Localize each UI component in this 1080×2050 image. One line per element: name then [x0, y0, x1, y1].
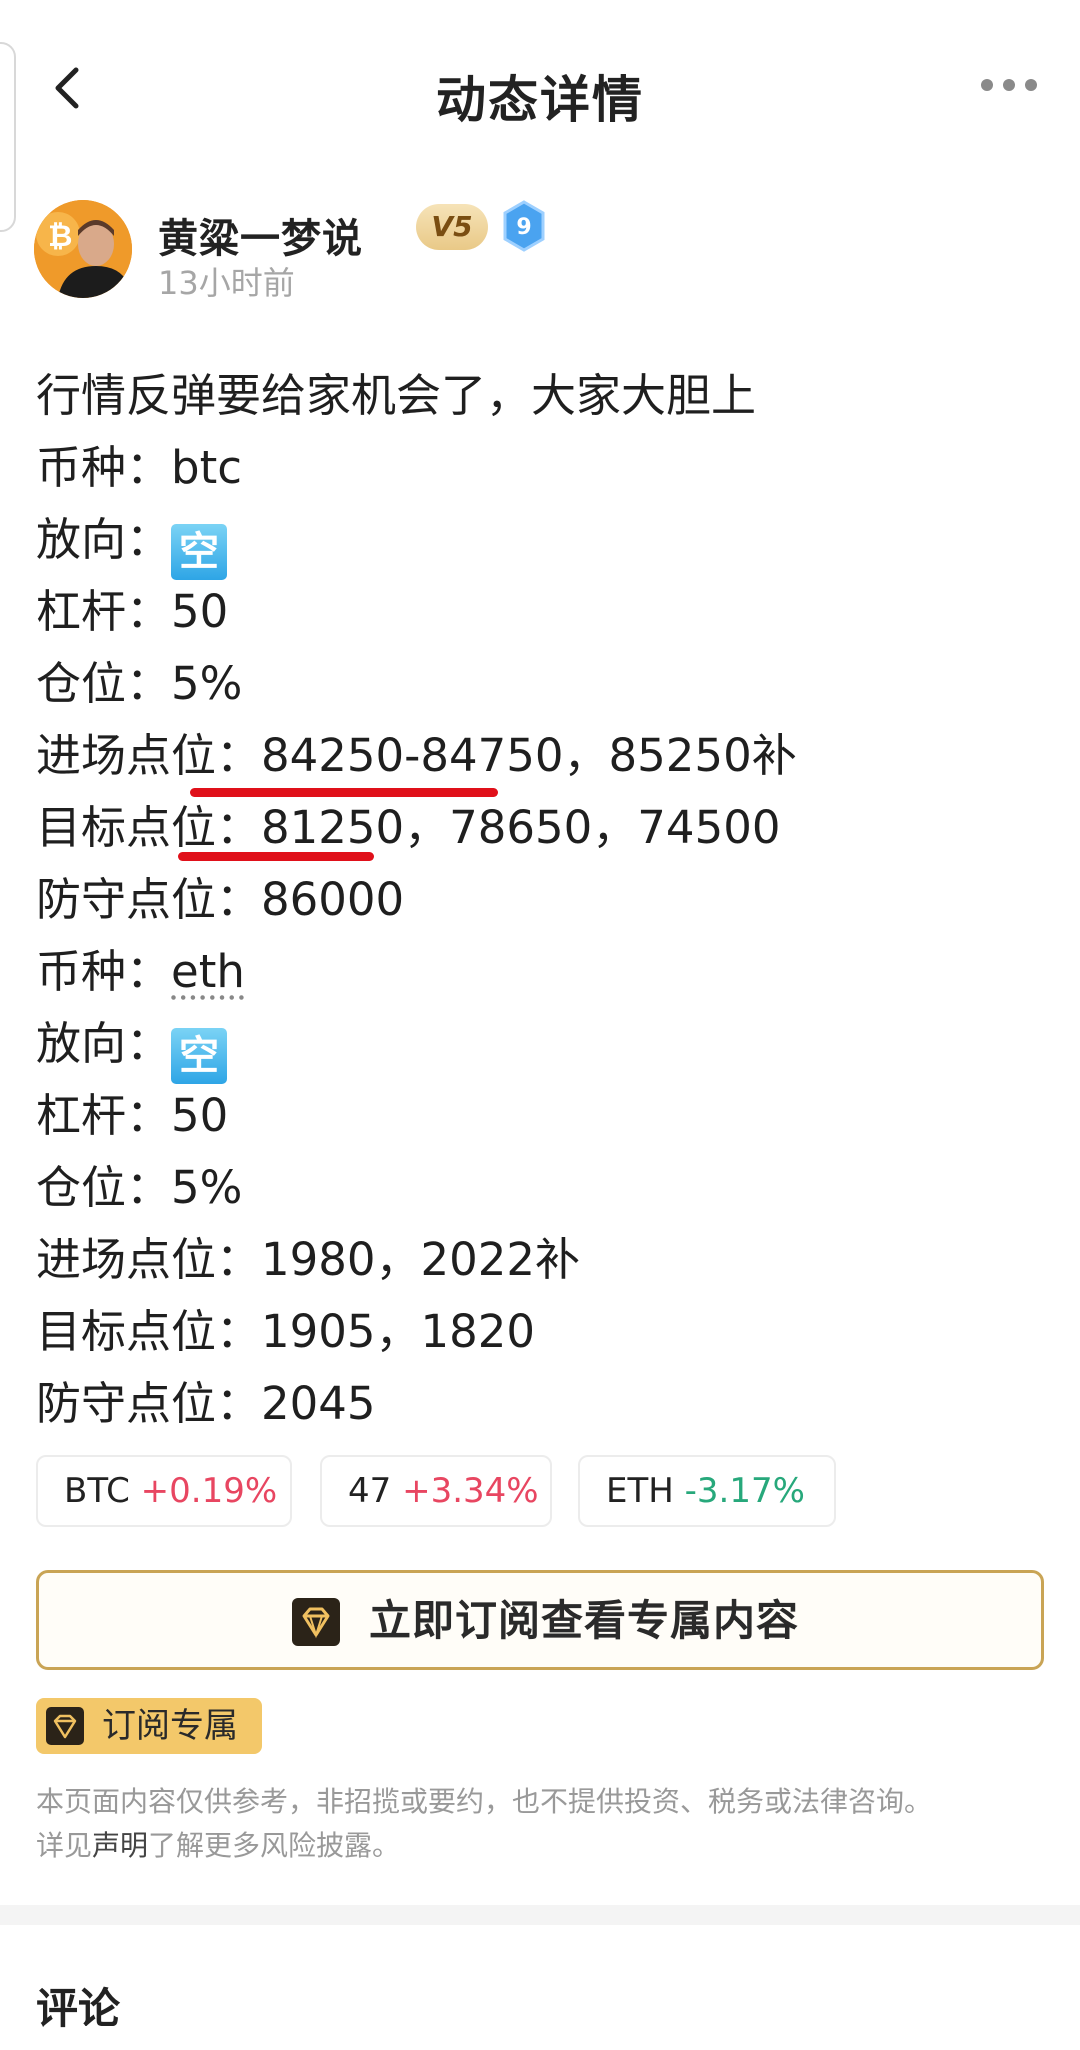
disclaimer-line-1: 本页面内容仅供参考，非招揽或要约，也不提供投资、税务或法律咨询。: [36, 1785, 933, 1818]
btc-entry-text: 进场点位：84250-84750，85250补: [36, 729, 797, 782]
level-number: 9: [516, 215, 531, 240]
post-content: 行情反弹要给家机会了，大家大胆上 币种：btc 放向：空 杠杆：50 仓位：5%…: [36, 360, 1046, 1440]
short-box: 空: [171, 524, 228, 580]
eth-leverage-line: 杠杆：50: [36, 1089, 229, 1142]
btc-direction-line: 放向：空: [36, 504, 1046, 580]
short-box: 空: [171, 1028, 228, 1084]
coin-label: 币种：: [36, 945, 172, 998]
disclaimer: 本页面内容仅供参考，非招揽或要约，也不提供投资、税务或法律咨询。 详见声明了解更…: [36, 1780, 1046, 1868]
ticker-symbol: 47: [348, 1471, 392, 1511]
red-underline: [178, 852, 374, 861]
eth-coin-line: 币种：eth: [36, 936, 1046, 1008]
eth-link[interactable]: eth: [171, 945, 245, 998]
author-name[interactable]: 黄粱一梦说: [158, 206, 363, 264]
exclusive-tag: 订阅专属: [36, 1698, 262, 1754]
eth-entry-line: 进场点位：1980，2022补: [36, 1233, 581, 1286]
ticker-47[interactable]: 47 +3.34%: [320, 1455, 552, 1527]
exclusive-label: 订阅专属: [102, 1706, 238, 1746]
avatar[interactable]: ₿: [34, 200, 132, 298]
ticker-eth[interactable]: ETH -3.17%: [578, 1455, 836, 1527]
diamond-icon: [46, 1707, 84, 1745]
svg-text:₿: ₿: [48, 219, 72, 254]
btc-coin-line: 币种：btc: [36, 441, 242, 494]
ticker-change: -3.17%: [684, 1471, 805, 1511]
eth-position-line: 仓位：5%: [36, 1161, 243, 1214]
post-time: 13小时前: [158, 264, 295, 302]
vip-badge: V5: [416, 204, 488, 250]
disclaimer-suffix: 了解更多风险披露。: [148, 1829, 401, 1862]
ticker-symbol: BTC: [64, 1471, 130, 1511]
disclaimer-prefix: 详见: [36, 1829, 93, 1862]
btc-leverage-line: 杠杆：50: [36, 585, 229, 638]
btc-stop-line: 防守点位：86000: [36, 873, 405, 926]
btc-target-line: 目标点位：81250，78650，74500: [36, 792, 1046, 864]
direction-label: 放向：: [36, 513, 172, 566]
author-block: ₿ 黄粱一梦说 V5 9 13小时前: [34, 200, 1044, 310]
btc-target-text: 目标点位：81250，78650，74500: [36, 801, 781, 854]
subscribe-button[interactable]: 立即订阅查看专属内容: [36, 1570, 1044, 1670]
subscribe-label: 立即订阅查看专属内容: [369, 1596, 800, 1645]
post-headline: 行情反弹要给家机会了，大家大胆上: [36, 369, 757, 422]
header: 动态详情: [0, 40, 1080, 140]
comments-title: 评论: [36, 1984, 121, 2033]
post-detail-page: 动态详情 ₿ 黄粱一梦说 V5 9 13小时前 行情反弹要给家机会了，大家大胆上…: [0, 0, 1080, 2050]
eth-target-line: 目标点位：1905，1820: [36, 1305, 536, 1358]
more-icon: [981, 79, 1037, 91]
section-divider: [0, 1905, 1080, 1925]
more-button[interactable]: [978, 70, 1040, 100]
direction-label: 放向：: [36, 1017, 172, 1070]
ticker-symbol: ETH: [606, 1471, 674, 1511]
level-badge: 9: [502, 200, 546, 252]
ticker-btc[interactable]: BTC +0.19%: [36, 1455, 292, 1527]
eth-direction-line: 放向：空: [36, 1008, 1046, 1084]
ticker-change: +0.19%: [140, 1471, 278, 1511]
page-title: 动态详情: [436, 71, 644, 129]
avatar-image: ₿: [34, 200, 132, 298]
diamond-icon: [292, 1598, 340, 1646]
eth-stop-line: 防守点位：2045: [36, 1377, 376, 1430]
ticker-change: +3.34%: [402, 1471, 539, 1511]
disclaimer-line-2: 详见声明了解更多风险披露。: [36, 1824, 1046, 1868]
btc-position-line: 仓位：5%: [36, 657, 243, 710]
btc-entry-line: 进场点位：84250-84750，85250补: [36, 720, 1046, 797]
ticker-row: BTC +0.19% 47 +3.34% ETH -3.17%: [36, 1455, 1046, 1527]
statement-link[interactable]: 声明: [92, 1829, 148, 1862]
